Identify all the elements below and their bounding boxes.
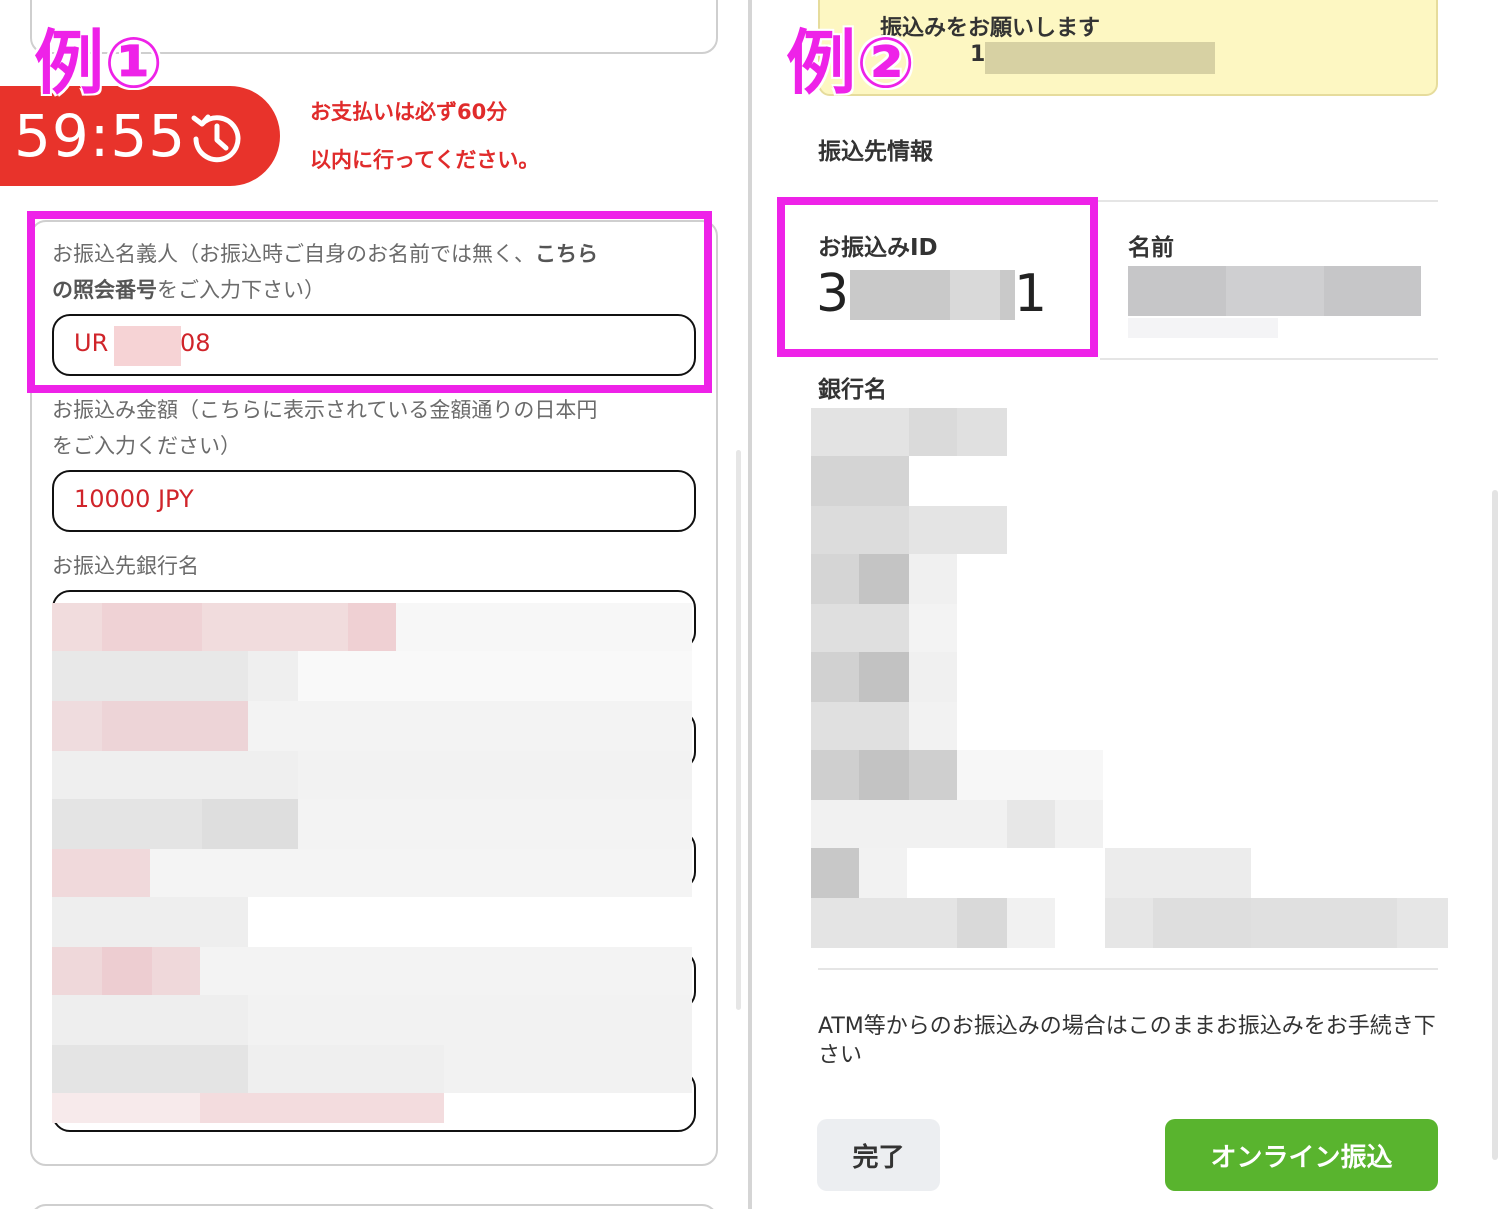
bank-label: 銀行名: [818, 377, 887, 403]
bank-details-redacted: [811, 408, 1448, 948]
right-scrollbar[interactable]: [1492, 490, 1498, 1160]
amount-label: お振込み金額（こちらに表示されている金額通りの日本円 をご入力ください）: [52, 398, 598, 458]
highlight-transfer-id: [777, 197, 1098, 357]
example-label-2: 例②: [785, 22, 916, 104]
divider-line: [1100, 358, 1438, 360]
redacted-name: [1128, 266, 1421, 316]
highlight-payee-name: [27, 211, 712, 393]
screenshot: 59:55 例① お支払いは必ず60分 以内に行ってください。 お振込名義人（お…: [0, 0, 1503, 1209]
online-transfer-button[interactable]: オンライン振込: [1165, 1119, 1438, 1191]
redacted-block: [1128, 318, 1278, 338]
next-card: [30, 1204, 718, 1209]
amount-value: 10000 JPY: [74, 485, 194, 513]
payment-notice-line2: 以内に行ってください。: [310, 148, 540, 172]
redacted-block: [985, 42, 1215, 74]
amount-input[interactable]: 10000 JPY: [52, 470, 696, 532]
clock-icon: [191, 114, 241, 163]
divider-line: [818, 968, 1438, 970]
left-scrollbar[interactable]: [736, 450, 741, 1010]
timer-text: 59:55: [14, 102, 187, 170]
atm-note: ATM等からのお振込みの場合はこのままお振込みをお手続き下さい: [818, 1014, 1436, 1068]
payment-notice-line1: お支払いは必ず60分: [310, 100, 508, 124]
done-button[interactable]: 完了: [817, 1119, 940, 1191]
bank-info-redacted: [52, 603, 692, 1123]
section-title: 振込先情報: [818, 139, 933, 165]
example-label-1: 例①: [33, 22, 164, 104]
bank-name-label: お振込先銀行名: [52, 554, 199, 578]
banner-id: 1: [970, 42, 986, 67]
name-label: 名前: [1128, 235, 1174, 261]
panel-divider: [748, 0, 752, 1209]
